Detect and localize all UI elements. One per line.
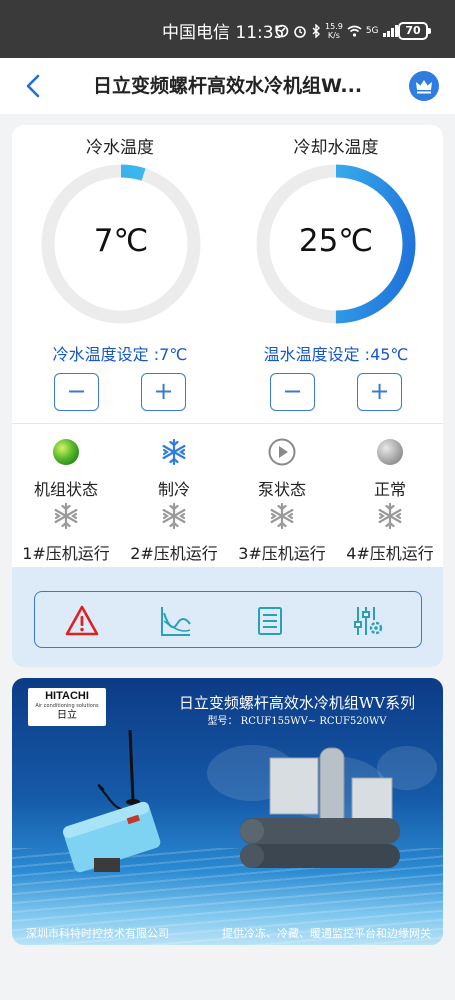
- status-bar: 中国电信 11:35 15.9 K/s 5G 70: [0, 0, 455, 58]
- page-title: 日立变频螺杆高效水冷机组W...: [92, 75, 363, 97]
- hot-water-decrease-button[interactable]: −: [270, 373, 315, 411]
- cooling-water-temp-label: 冷却水温度: [293, 138, 379, 158]
- promo-banner[interactable]: HITACHI Air conditioning solutions 日立 日立…: [12, 678, 443, 945]
- back-arrow-icon[interactable]: [22, 72, 46, 100]
- crown-icon: [416, 80, 432, 94]
- compressor-label: 3#压机运行: [238, 544, 326, 563]
- chilled-water-temp-value: 7℃: [93, 223, 149, 259]
- status-label: 正常: [373, 480, 406, 499]
- divider: [12, 423, 443, 424]
- battery-icon: 70: [398, 22, 431, 40]
- chilled-water-gauge: 7℃: [38, 161, 204, 327]
- list-icon[interactable]: [253, 604, 287, 638]
- compressor-4-status: 4#压机运行: [336, 502, 443, 564]
- compressor-2-status: 2#压机运行: [120, 502, 228, 564]
- alarm-icon[interactable]: [65, 604, 99, 638]
- net-speed: 15.9 K/s: [325, 22, 343, 40]
- banner-model: 型号： RCUF155WV~ RCUF520WV: [207, 716, 387, 727]
- unit-status: 机组状态: [12, 438, 120, 500]
- snowflake-icon: [162, 502, 186, 530]
- hot-water-setpoint: 温水温度设定 :45℃: [263, 345, 409, 364]
- banner-title: 日立变频螺杆高效水冷机组WV系列: [178, 694, 416, 712]
- compressor-3-status: 3#压机运行: [228, 502, 336, 564]
- chilled-water-decrease-button[interactable]: −: [54, 373, 99, 411]
- green-ball-icon: [53, 439, 79, 465]
- snowflake-icon: [162, 438, 186, 466]
- alarm-clock-icon: [294, 26, 306, 38]
- logo-subtitle: Air conditioning solutions: [35, 703, 99, 709]
- hot-water-increase-button[interactable]: +: [357, 373, 402, 411]
- control-card: 冷水温度 7℃ 冷水温度设定 :7℃ − + 冷却水温度 25℃ 温水温度设定 …: [12, 125, 443, 667]
- bluetooth-icon: [312, 24, 320, 38]
- play-icon: [268, 438, 296, 466]
- status-label: 泵状态: [257, 480, 306, 499]
- vip-crown-button[interactable]: [409, 71, 439, 101]
- snowflake-icon: [378, 502, 402, 530]
- carrier-label: 中国电信 11:35: [162, 22, 284, 44]
- settings-sliders-icon[interactable]: [351, 604, 385, 638]
- banner-footer: 深圳市科特时控技术有限公司 提供冷冻、冷藏、暖通监控平台和边缘网关: [26, 925, 431, 941]
- chilled-water-setpoint: 冷水温度设定 :7℃: [52, 345, 188, 364]
- pump-status: 泵状态: [228, 438, 336, 500]
- compressor-label: 2#压机运行: [130, 544, 218, 563]
- network-type: 5G: [365, 26, 379, 36]
- snowflake-icon: [270, 502, 294, 530]
- speedometer-icon: [275, 24, 289, 38]
- wifi-icon: [347, 25, 362, 37]
- compressor-1-status: 1#压机运行: [12, 502, 120, 564]
- carrier-text: 中国电信: [162, 23, 230, 43]
- status-label: 机组状态: [33, 480, 98, 499]
- cooling-water-temp-value: 25℃: [298, 223, 374, 259]
- hitachi-logo: HITACHI Air conditioning solutions 日立: [28, 688, 106, 726]
- signal-icon: [382, 25, 398, 37]
- grey-ball-icon: [377, 439, 403, 465]
- compressor-label: 4#压机运行: [346, 544, 434, 563]
- normal-status: 正常: [336, 438, 443, 500]
- service-description: 提供冷冻、冷藏、暖通监控平台和边缘网关: [222, 927, 431, 940]
- function-toolbar: [34, 591, 422, 648]
- logo-chinese: 日立: [57, 710, 77, 721]
- company-name: 深圳市科特时控技术有限公司: [26, 927, 169, 940]
- cooling-mode: 制冷: [120, 438, 228, 500]
- app-header: 日立变频螺杆高效水冷机组W...: [0, 58, 455, 114]
- curve-chart-icon[interactable]: [159, 604, 193, 638]
- cooling-water-gauge: 25℃: [253, 161, 419, 327]
- status-label: 制冷: [157, 480, 190, 499]
- snowflake-icon: [54, 502, 78, 530]
- compressor-label: 1#压机运行: [22, 544, 110, 563]
- chilled-water-temp-label: 冷水温度: [86, 138, 154, 158]
- chilled-water-increase-button[interactable]: +: [141, 373, 186, 411]
- toolbar-area: [12, 567, 443, 667]
- status-icons: 15.9 K/s 5G: [275, 22, 399, 40]
- logo-text: HITACHI: [45, 690, 89, 702]
